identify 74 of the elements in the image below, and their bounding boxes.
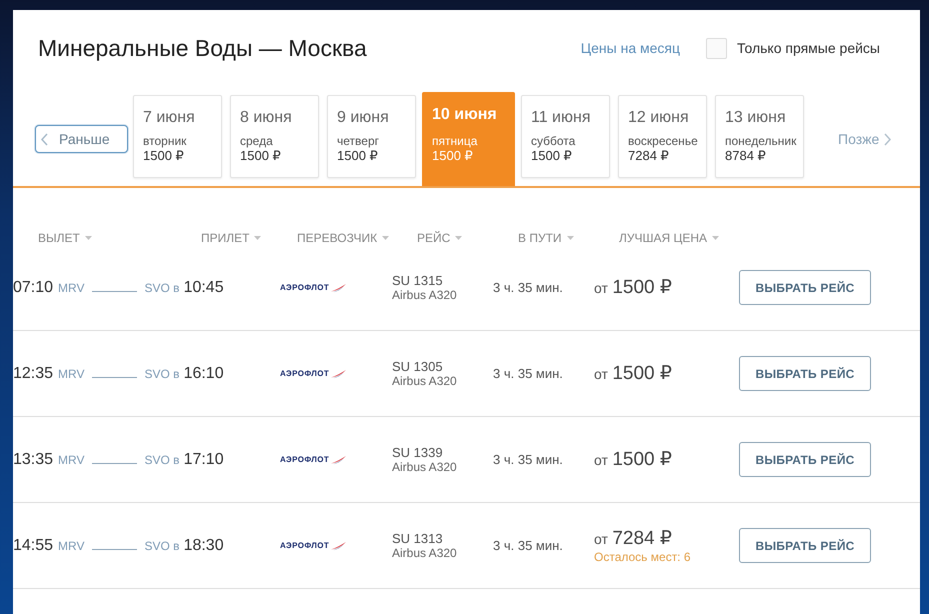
sort-caret-icon <box>455 236 462 240</box>
date-tab[interactable]: 12 июня воскресенье 7284 ₽ <box>618 95 707 178</box>
departure-time: 13:35 <box>13 450 54 468</box>
aircraft-model: Airbus A320 <box>392 374 458 388</box>
select-flight-button[interactable]: ВЫБРАТЬ РЕЙС <box>739 442 871 477</box>
origin-code: MRV <box>58 366 84 380</box>
date-tab[interactable]: 13 июня понедельник 8784 ₽ <box>715 95 804 178</box>
arrival-time: 10:45 <box>184 278 224 296</box>
departure-time: 07:10 <box>13 278 54 296</box>
airline-logo-text: АЭРОФЛОТ <box>280 369 330 378</box>
aircraft-model: Airbus A320 <box>392 460 458 474</box>
date-tab[interactable]: 9 июня четверг 1500 ₽ <box>327 95 416 178</box>
month-prices-link[interactable]: Цены на месяц <box>580 40 680 56</box>
sort-caret-icon <box>84 236 92 240</box>
flight-duration: 3 ч. 35 мин. <box>493 538 564 553</box>
destination-code: SVO в <box>144 280 180 294</box>
flight-number: SU 1313 <box>392 531 444 546</box>
wing-icon <box>331 456 346 464</box>
sort-column-header[interactable]: РЕЙС <box>417 231 462 245</box>
earlier-button[interactable]: Раньше <box>35 125 128 153</box>
aircraft-model: Airbus A320 <box>392 546 458 560</box>
chevron-left-icon <box>41 132 48 146</box>
airline-logo-text: АЭРОФЛОТ <box>280 541 330 550</box>
flight-number: SU 1339 <box>392 445 444 460</box>
chevron-right-icon <box>884 132 892 146</box>
flight-duration: 3 ч. 35 мин. <box>493 452 564 467</box>
flight-duration: 3 ч. 35 мин. <box>493 280 564 295</box>
origin-code: MRV <box>58 452 84 466</box>
route-line <box>92 376 136 378</box>
airline-logo-text: АЭРОФЛОТ <box>280 455 330 464</box>
sort-caret-icon <box>254 236 262 240</box>
route-line <box>92 462 136 464</box>
origin-code: MRV <box>58 280 84 294</box>
seats-left-note: Осталось мест: 6 <box>594 550 691 564</box>
departure-time: 14:55 <box>13 536 54 554</box>
origin-code: MRV <box>58 538 84 552</box>
sort-column-header[interactable]: ЛУЧШАЯ ЦЕНА <box>619 231 720 245</box>
route-line <box>92 290 136 292</box>
sort-column-header[interactable]: В ПУТИ <box>518 231 574 245</box>
best-price: от 1500 ₽ <box>594 362 672 385</box>
sort-caret-icon <box>712 236 720 240</box>
best-price: от 7284 ₽ <box>594 527 672 550</box>
flight-number: SU 1305 <box>392 359 444 374</box>
direct-flights-checkbox[interactable] <box>706 38 728 58</box>
destination-code: SVO в <box>144 538 180 552</box>
select-flight-button[interactable]: ВЫБРАТЬ РЕЙС <box>739 270 871 305</box>
sort-caret-icon <box>566 236 574 240</box>
checkbox-label: Только прямые рейсы <box>737 40 880 56</box>
date-tab[interactable]: 8 июня среда 1500 ₽ <box>230 95 319 178</box>
flight-number: SU 1315 <box>392 273 444 288</box>
arrival-time: 16:10 <box>184 364 224 382</box>
sort-column-header[interactable]: ВЫЛЕТ <box>38 231 92 245</box>
route-line <box>92 548 136 550</box>
wing-icon <box>331 284 346 292</box>
best-price: от 1500 ₽ <box>594 276 672 299</box>
destination-code: SVO в <box>144 452 180 466</box>
arrival-time: 18:30 <box>184 536 224 554</box>
arrival-time: 17:10 <box>184 450 224 468</box>
wing-icon <box>331 542 346 550</box>
wing-icon <box>331 370 346 378</box>
flight-duration: 3 ч. 35 мин. <box>493 366 564 381</box>
departure-time: 12:35 <box>13 364 54 382</box>
route-title: Минеральные Воды — Москва <box>38 35 368 61</box>
sort-column-header[interactable]: ПЕРЕВОЗЧИК <box>297 231 390 245</box>
date-tab[interactable]: 7 июня вторник 1500 ₽ <box>133 95 222 178</box>
date-tab[interactable]: 11 июня суббота 1500 ₽ <box>521 95 610 178</box>
select-flight-button[interactable]: ВЫБРАТЬ РЕЙС <box>739 528 871 563</box>
best-price: от 1500 ₽ <box>594 448 672 471</box>
sort-caret-icon <box>382 236 390 240</box>
aircraft-model: Airbus A320 <box>392 288 458 302</box>
destination-code: SVO в <box>144 366 180 380</box>
sort-column-header[interactable]: ПРИЛЕТ <box>201 231 262 245</box>
select-flight-button[interactable]: ВЫБРАТЬ РЕЙС <box>739 356 871 391</box>
airline-logo-text: АЭРОФЛОТ <box>280 283 330 292</box>
